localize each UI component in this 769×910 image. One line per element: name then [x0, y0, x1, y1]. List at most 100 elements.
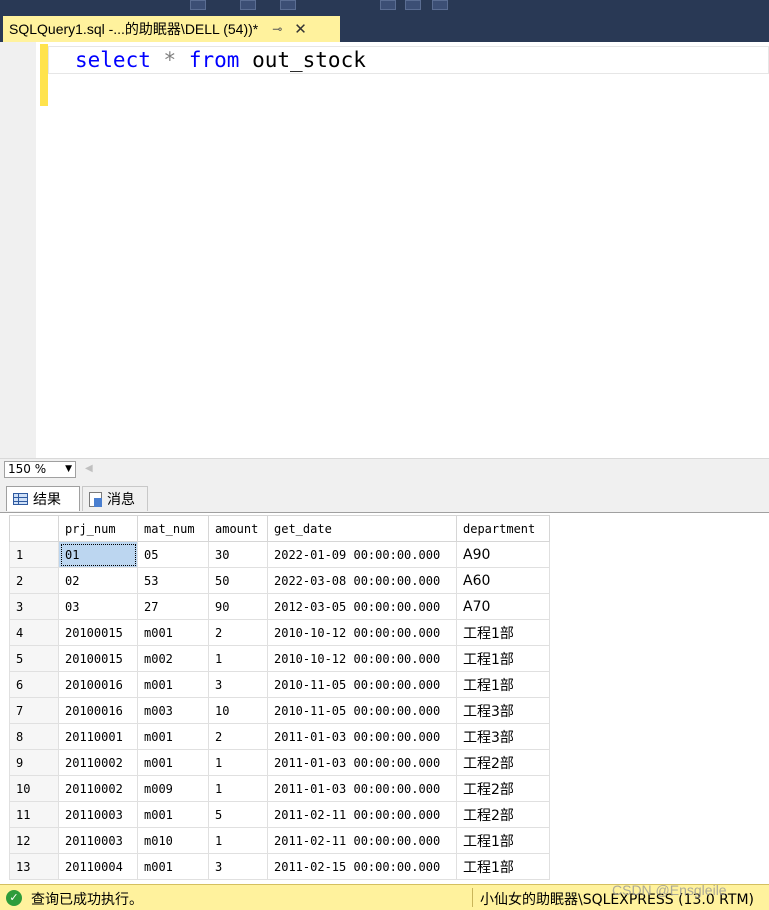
- table-cell[interactable]: 工程3部: [456, 723, 550, 750]
- table-row[interactable]: 4 20100015 m001 2 2010-10-12 00:00:00.000 工程1…: [9, 619, 550, 646]
- table-row[interactable]: 1 01 05 30 2022-01-09 00:00:00.000 A90: [9, 541, 550, 568]
- row-number[interactable]: 13: [9, 853, 59, 880]
- table-cell[interactable]: 05: [137, 541, 209, 568]
- toolbar-button-icon[interactable]: [432, 0, 448, 10]
- row-number[interactable]: 1: [9, 541, 59, 568]
- column-header-department[interactable]: department: [456, 515, 550, 542]
- scroll-left-icon[interactable]: ◀: [85, 463, 93, 474]
- table-cell[interactable]: m003: [137, 697, 209, 724]
- pin-icon[interactable]: ⊸: [272, 22, 282, 36]
- table-cell[interactable]: 2011-02-11 00:00:00.000: [267, 801, 457, 828]
- table-cell[interactable]: 2010-11-05 00:00:00.000: [267, 671, 457, 698]
- toolbar-button-icon[interactable]: [405, 0, 421, 10]
- table-cell[interactable]: 1: [208, 827, 268, 854]
- table-cell[interactable]: 工程3部: [456, 697, 550, 724]
- table-cell[interactable]: 53: [137, 567, 209, 594]
- toolbar-button-icon[interactable]: [240, 0, 256, 10]
- table-cell[interactable]: 5: [208, 801, 268, 828]
- toolbar-button-icon[interactable]: [190, 0, 206, 10]
- row-number[interactable]: 9: [9, 749, 59, 776]
- table-row[interactable]: 3 03 27 90 2012-03-05 00:00:00.000 A70: [9, 593, 550, 620]
- close-icon[interactable]: ✕: [294, 20, 307, 38]
- grid-corner[interactable]: [9, 515, 59, 542]
- table-cell[interactable]: 20100016: [58, 671, 138, 698]
- table-cell[interactable]: 03: [58, 593, 138, 620]
- table-cell[interactable]: m001: [137, 853, 209, 880]
- table-cell[interactable]: m001: [137, 671, 209, 698]
- table-cell[interactable]: 20100015: [58, 645, 138, 672]
- table-cell[interactable]: 20100016: [58, 697, 138, 724]
- table-cell[interactable]: 2010-10-12 00:00:00.000: [267, 619, 457, 646]
- table-cell[interactable]: 2011-01-03 00:00:00.000: [267, 749, 457, 776]
- table-cell[interactable]: A90: [456, 541, 550, 568]
- sql-text[interactable]: select * from out_stock: [75, 46, 366, 74]
- table-cell[interactable]: m001: [137, 801, 209, 828]
- row-number[interactable]: 12: [9, 827, 59, 854]
- results-grid[interactable]: prj_num mat_num amount get_date departme…: [9, 515, 550, 880]
- table-cell[interactable]: 2022-01-09 00:00:00.000: [267, 541, 457, 568]
- table-cell[interactable]: 工程2部: [456, 801, 550, 828]
- table-cell[interactable]: 工程1部: [456, 853, 550, 880]
- column-header-amount[interactable]: amount: [208, 515, 268, 542]
- query-document-tab[interactable]: SQLQuery1.sql -...的助眠器\DELL (54))* ⊸ ✕: [3, 16, 340, 42]
- table-row[interactable]: 13 20110004 m001 3 2011-02-15 00:00:00.000 工程…: [9, 853, 550, 880]
- table-row[interactable]: 5 20100015 m002 1 2010-10-12 00:00:00.000 工程1…: [9, 645, 550, 672]
- row-number[interactable]: 2: [9, 567, 59, 594]
- row-number[interactable]: 5: [9, 645, 59, 672]
- tab-results[interactable]: 结果: [6, 486, 80, 511]
- table-cell[interactable]: 2012-03-05 00:00:00.000: [267, 593, 457, 620]
- table-row[interactable]: 12 20110003 m010 1 2011-02-11 00:00:00.000 工程…: [9, 827, 550, 854]
- query-editor[interactable]: select * from out_stock: [0, 42, 769, 458]
- row-number[interactable]: 7: [9, 697, 59, 724]
- table-cell[interactable]: 3: [208, 671, 268, 698]
- table-cell[interactable]: 2010-10-12 00:00:00.000: [267, 645, 457, 672]
- table-cell[interactable]: 10: [208, 697, 268, 724]
- table-cell[interactable]: 02: [58, 567, 138, 594]
- table-cell[interactable]: 20110002: [58, 775, 138, 802]
- tab-messages[interactable]: 消息: [82, 486, 148, 511]
- table-cell[interactable]: 2: [208, 723, 268, 750]
- table-row[interactable]: 11 20110003 m001 5 2011-02-11 00:00:00.000 工程…: [9, 801, 550, 828]
- table-cell[interactable]: 90: [208, 593, 268, 620]
- table-cell[interactable]: 2011-02-11 00:00:00.000: [267, 827, 457, 854]
- column-header-get-date[interactable]: get_date: [267, 515, 457, 542]
- table-cell[interactable]: 30: [208, 541, 268, 568]
- table-row[interactable]: 2 02 53 50 2022-03-08 00:00:00.000 A60: [9, 567, 550, 594]
- table-cell[interactable]: 工程2部: [456, 775, 550, 802]
- table-cell[interactable]: m001: [137, 749, 209, 776]
- table-cell[interactable]: 3: [208, 853, 268, 880]
- zoom-select[interactable]: 150 % ▼: [4, 461, 76, 478]
- table-cell[interactable]: 1: [208, 775, 268, 802]
- table-cell[interactable]: 27: [137, 593, 209, 620]
- table-cell[interactable]: 50: [208, 567, 268, 594]
- table-cell[interactable]: 1: [208, 645, 268, 672]
- chevron-down-icon[interactable]: ▼: [65, 462, 72, 477]
- table-cell[interactable]: 01: [58, 541, 138, 568]
- table-cell[interactable]: 20100015: [58, 619, 138, 646]
- table-cell[interactable]: 2022-03-08 00:00:00.000: [267, 567, 457, 594]
- table-cell[interactable]: A60: [456, 567, 550, 594]
- table-cell[interactable]: m001: [137, 619, 209, 646]
- table-cell[interactable]: 工程2部: [456, 749, 550, 776]
- table-cell[interactable]: 20110002: [58, 749, 138, 776]
- table-row[interactable]: 7 20100016 m003 10 2010-11-05 00:00:00.000 工程…: [9, 697, 550, 724]
- table-cell[interactable]: 1: [208, 749, 268, 776]
- results-grid-pane[interactable]: prj_num mat_num amount get_date departme…: [0, 512, 769, 884]
- row-number[interactable]: 4: [9, 619, 59, 646]
- table-cell[interactable]: m009: [137, 775, 209, 802]
- table-cell[interactable]: m002: [137, 645, 209, 672]
- table-row[interactable]: 8 20110001 m001 2 2011-01-03 00:00:00.000 工程3…: [9, 723, 550, 750]
- table-cell[interactable]: A70: [456, 593, 550, 620]
- table-cell[interactable]: 20110004: [58, 853, 138, 880]
- table-cell[interactable]: m001: [137, 723, 209, 750]
- table-cell[interactable]: 2: [208, 619, 268, 646]
- row-number[interactable]: 10: [9, 775, 59, 802]
- table-cell[interactable]: 工程1部: [456, 671, 550, 698]
- column-header-prj-num[interactable]: prj_num: [58, 515, 138, 542]
- row-number[interactable]: 6: [9, 671, 59, 698]
- table-cell[interactable]: m010: [137, 827, 209, 854]
- table-row[interactable]: 9 20110002 m001 1 2011-01-03 00:00:00.000 工程2…: [9, 749, 550, 776]
- table-cell[interactable]: 20110003: [58, 827, 138, 854]
- table-cell[interactable]: 2010-11-05 00:00:00.000: [267, 697, 457, 724]
- table-cell[interactable]: 20110001: [58, 723, 138, 750]
